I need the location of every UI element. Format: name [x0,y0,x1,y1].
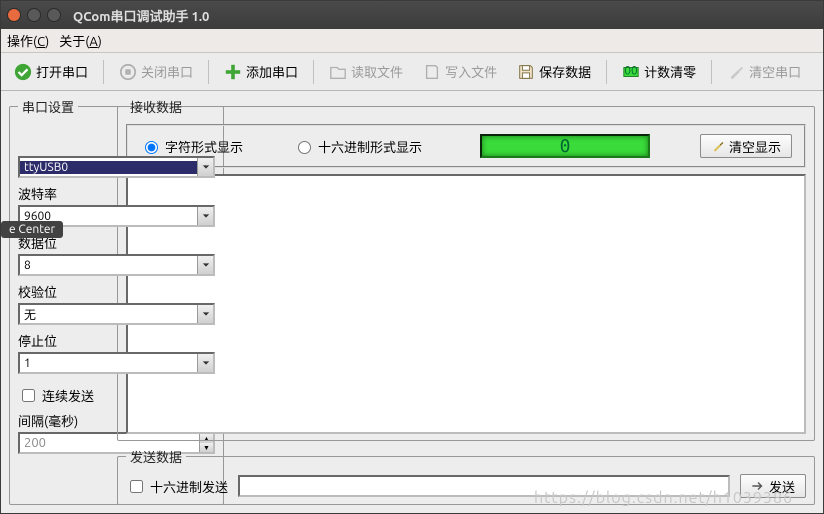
save-icon [517,63,535,81]
receive-options: 字符形式显示 十六进制形式显示 0 清空显示 [126,124,806,168]
window-title: QCom串口调试助手 1.0 [73,6,209,25]
databits-value[interactable] [20,259,197,272]
chevron-down-icon[interactable] [197,305,213,323]
send-group: 发送数据 十六进制发送 发送 [117,447,815,505]
maximize-icon[interactable] [47,8,61,22]
counter-display: 0 [480,134,650,158]
send-legend: 发送数据 [126,447,186,466]
client-area: e Center 串口设置 波特率 数据位 校验位 [1,91,823,513]
write-file-button[interactable]: 写入文件 [416,58,504,85]
stop-icon [119,63,137,81]
reset-counter-button[interactable]: 00 计数清零 [615,58,703,85]
add-port-button[interactable]: 添加串口 [217,58,305,85]
open-port-button[interactable]: 打开串口 [7,58,95,85]
read-file-button[interactable]: 读取文件 [322,58,410,85]
separator [313,60,314,84]
tooltip: e Center [1,221,63,238]
toolbar: 打开串口 关闭串口 添加串口 读取文件 写入文件 保存数据 00 计数清零 [1,53,823,91]
app-window: QCom串口调试助手 1.0 操作(C) 关于(A) 打开串口 关闭串口 添加串… [0,0,824,514]
minimize-icon[interactable] [27,8,41,22]
char-mode-input[interactable] [145,141,158,154]
receive-textarea[interactable] [126,174,806,434]
chevron-down-icon[interactable] [197,354,213,372]
close-icon[interactable] [7,8,21,22]
port-select-value[interactable] [20,161,197,174]
main-area: 接收数据 字符形式显示 十六进制形式显示 0 清空显示 [117,97,815,505]
chevron-down-icon[interactable] [197,256,213,274]
menu-operate[interactable]: 操作(C) [7,31,49,50]
clear-display-button[interactable]: 清空显示 [700,134,792,158]
stopbits-select[interactable] [18,352,215,374]
save-data-button[interactable]: 保存数据 [510,58,598,85]
hex-send-input[interactable] [130,480,143,493]
menu-about[interactable]: 关于(A) [59,31,102,50]
chevron-down-icon[interactable] [197,158,213,176]
separator [711,60,712,84]
port-settings-legend: 串口设置 [18,97,78,116]
port-select[interactable] [18,156,215,178]
svg-text:00: 00 [625,64,638,77]
send-button[interactable]: 发送 [740,474,806,498]
parity-value[interactable] [20,308,197,321]
close-port-button[interactable]: 关闭串口 [112,58,200,85]
separator [606,60,607,84]
menubar: 操作(C) 关于(A) [1,29,823,53]
separator [208,60,209,84]
parity-select[interactable] [18,303,215,325]
send-input[interactable] [238,475,730,497]
hex-send-checkbox[interactable]: 十六进制发送 [126,477,228,496]
file-write-icon [423,63,441,81]
clear-port-button[interactable]: 清空串口 [720,58,808,85]
check-icon [14,63,32,81]
counter-icon: 00 [622,63,640,81]
titlebar[interactable]: QCom串口调试助手 1.0 [1,1,823,29]
broom-icon [711,139,725,153]
chevron-down-icon[interactable] [197,207,213,225]
broom-icon [727,63,745,81]
sidebar: 串口设置 波特率 数据位 校验位 [9,97,109,505]
receive-legend: 接收数据 [126,97,186,116]
receive-group: 接收数据 字符形式显示 十六进制形式显示 0 清空显示 [117,97,815,441]
hex-mode-radio[interactable]: 十六进制形式显示 [293,137,422,156]
plus-icon [224,63,242,81]
separator [103,60,104,84]
file-open-icon [329,63,347,81]
arrow-right-icon [751,480,765,492]
char-mode-radio[interactable]: 字符形式显示 [140,137,243,156]
databits-select[interactable] [18,254,215,276]
hex-mode-input[interactable] [298,141,311,154]
continuous-send-input[interactable] [22,389,35,402]
stopbits-value[interactable] [20,357,197,370]
